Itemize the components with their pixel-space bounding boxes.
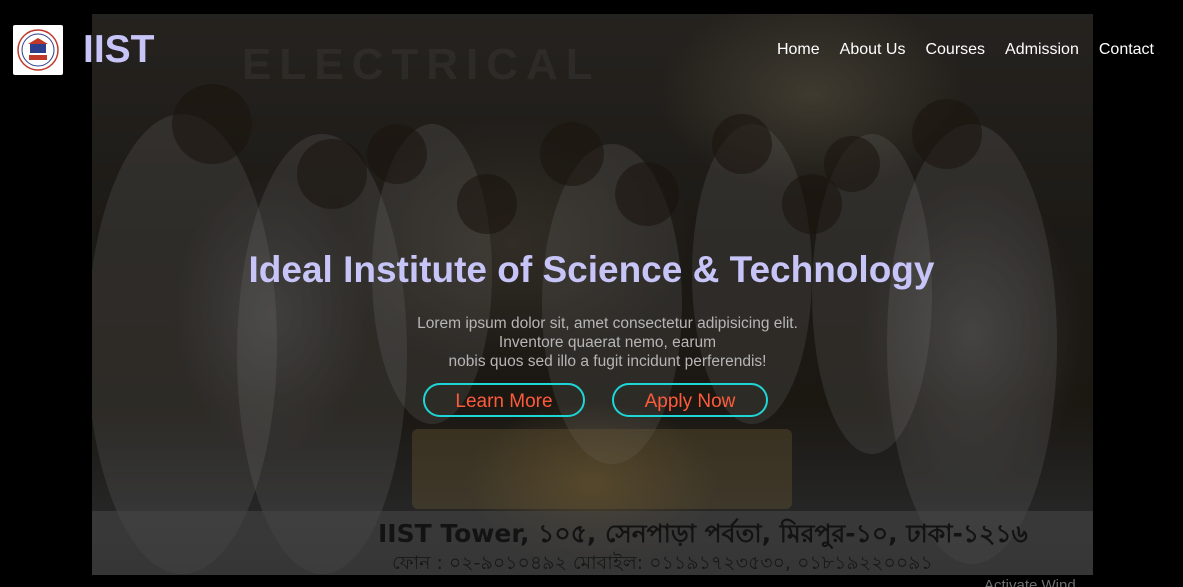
hero-overlay [92,14,1093,575]
hero-title: Ideal Institute of Science & Technology [248,249,935,290]
hero-description: Lorem ipsum dolor sit, amet consectetur … [300,314,915,371]
nav-about-us[interactable]: About Us [840,40,906,60]
activate-windows-watermark: Activate Wind [984,577,1076,587]
main-nav: Home About Us Courses Admission Contact [777,40,1154,60]
hero-background-image: ELECTRICAL IIST Tower, ১০৫, সেনপাড়া পর্… [92,14,1093,575]
learn-more-button[interactable]: Learn More [423,383,585,417]
nav-admission[interactable]: Admission [1005,40,1079,60]
nav-courses[interactable]: Courses [925,40,985,60]
hero-description-line: nobis quos sed illo a fugit incidunt per… [448,353,767,370]
hero-description-line: Lorem ipsum dolor sit, amet consectetur … [417,315,798,332]
landing-page: ELECTRICAL IIST Tower, ১০৫, সেনপাড়া পর্… [0,0,1183,587]
nav-contact[interactable]: Contact [1099,40,1154,60]
hero-description-line: Inventore quaerat nemo, earum [498,334,717,351]
brand-title[interactable]: IIST [83,28,155,72]
institute-crest-icon[interactable] [13,25,63,75]
nav-home[interactable]: Home [777,40,820,60]
apply-now-button[interactable]: Apply Now [612,383,768,417]
